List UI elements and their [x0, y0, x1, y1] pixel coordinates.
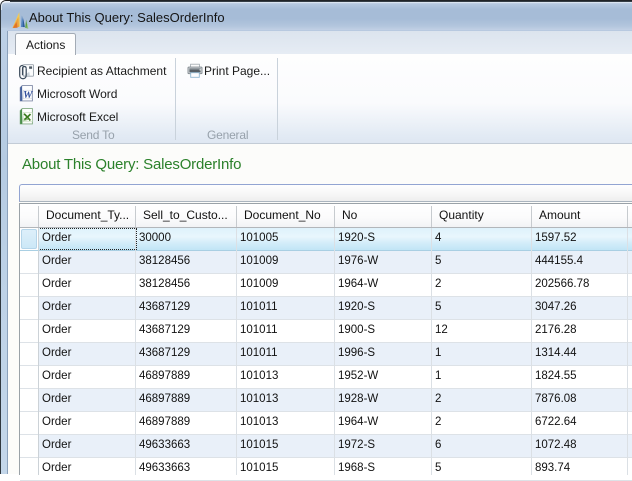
svg-text:W: W [23, 90, 33, 101]
